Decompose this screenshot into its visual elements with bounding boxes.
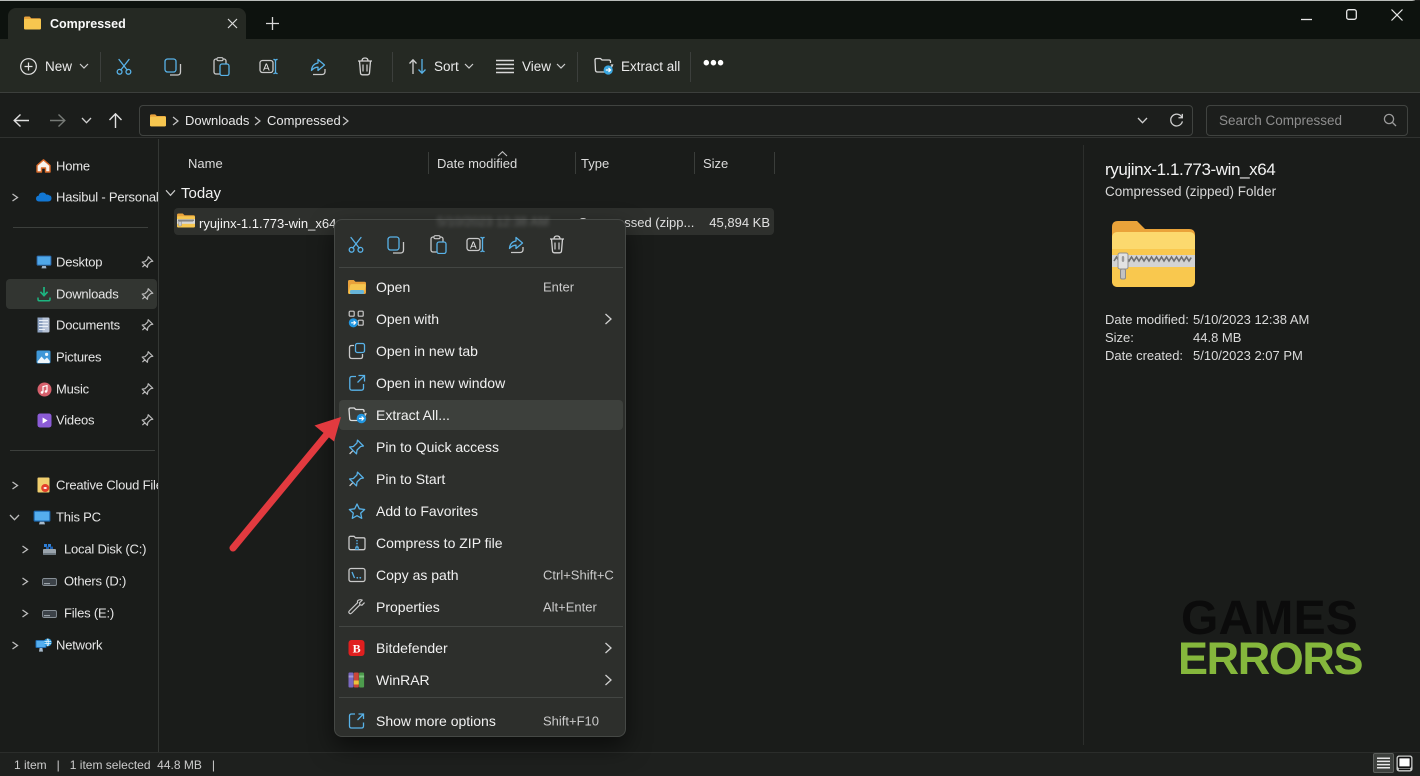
svg-text:B: B <box>353 641 361 655</box>
svg-text:A: A <box>263 63 270 74</box>
svg-text:A: A <box>470 241 477 252</box>
